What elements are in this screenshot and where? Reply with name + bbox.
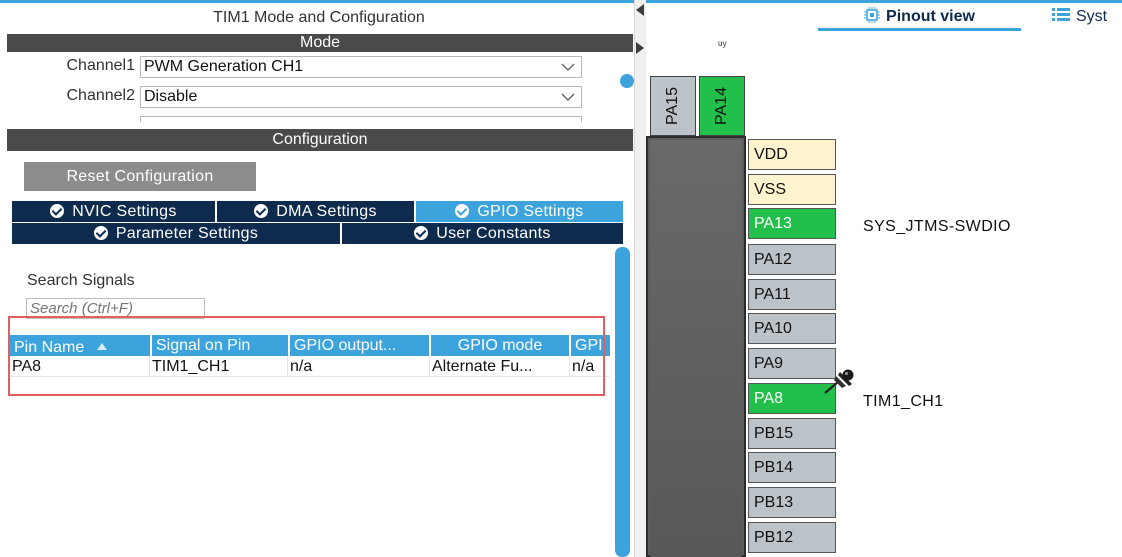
pinout-view-label: Pinout view (886, 8, 975, 25)
channel1-select[interactable]: PWM Generation CH1 (140, 56, 582, 78)
tab-user-constants[interactable]: User Constants (342, 223, 623, 244)
channel2-label: Channel2 (66, 87, 136, 104)
tab-gpio-label: GPIO Settings (477, 203, 584, 220)
expand-right-arrow-icon[interactable] (636, 42, 644, 54)
pin-pa11[interactable]: PA11 (748, 279, 836, 310)
pin-pa10[interactable]: PA10 (748, 313, 836, 344)
channel1-value: PWM Generation CH1 (144, 58, 304, 75)
pin-pb13[interactable]: PB13 (748, 487, 836, 518)
tab-parameter-settings[interactable]: Parameter Settings (12, 223, 340, 244)
pin-pb14[interactable]: PB14 (748, 452, 836, 483)
collapse-left-arrow-icon[interactable] (636, 4, 644, 16)
pin-vdd[interactable]: VDD (748, 139, 836, 170)
pin-pa14[interactable]: PA14 (699, 76, 745, 136)
system-view-label: Syst (1076, 8, 1108, 25)
pin-pa15[interactable]: PA15 (650, 76, 696, 136)
check-circle-icon (455, 204, 470, 218)
clipped-label-fragment: ᵘʸ (718, 38, 727, 52)
pin-pa8-signal-label: TIM1_CH1 (863, 393, 944, 410)
mcu-chip-surface (650, 140, 742, 557)
pinout-tab-underline (818, 28, 1021, 31)
panel-divider[interactable] (634, 0, 646, 557)
pin-pb15[interactable]: PB15 (748, 418, 836, 449)
check-circle-icon (50, 204, 65, 218)
tab-pinout-view[interactable]: Pinout view (818, 4, 1021, 28)
chevron-down-icon (561, 93, 575, 103)
tab-dma-label: DMA Settings (276, 203, 377, 220)
pin-pa15-label: PA15 (664, 87, 681, 125)
mode-scrollbar-thumb[interactable] (620, 74, 634, 88)
chevron-down-icon (561, 63, 575, 73)
pushpin-icon (822, 366, 858, 396)
pin-pa14-label: PA14 (713, 87, 730, 125)
pin-vss[interactable]: VSS (748, 174, 836, 205)
config-scrollbar[interactable] (615, 247, 630, 557)
pin-pa13[interactable]: PA13 (748, 208, 836, 239)
list-icon (1052, 5, 1070, 31)
channel1-label: Channel1 (66, 57, 136, 74)
tab-parameter-label: Parameter Settings (115, 225, 259, 242)
tab-user-constants-label: User Constants (436, 225, 551, 242)
pin-pa13-signal-label: SYS_JTMS-SWDIO (863, 218, 1011, 235)
tab-nvic-settings[interactable]: NVIC Settings (12, 201, 215, 222)
panel-title: TIM1 Mode and Configuration (213, 9, 425, 26)
check-circle-icon (414, 226, 429, 240)
tab-dma-settings[interactable]: DMA Settings (217, 201, 414, 222)
channel2-select[interactable]: Disable (140, 86, 582, 108)
channel3-select-partial[interactable] (140, 116, 582, 122)
pin-pb12[interactable]: PB12 (748, 522, 836, 553)
check-circle-icon (93, 226, 108, 240)
tab-system-view[interactable]: Syst (1052, 4, 1107, 31)
tab-gpio-settings[interactable]: GPIO Settings (416, 201, 623, 222)
search-signals-label: Search Signals (27, 272, 135, 289)
top-accent-line (0, 0, 1122, 3)
configuration-section-header[interactable]: Configuration (7, 129, 633, 151)
mode-section-header[interactable]: Mode (7, 34, 633, 52)
highlight-annotation-box (8, 316, 605, 396)
pin-pa12[interactable]: PA12 (748, 244, 836, 275)
tab-nvic-label: NVIC Settings (72, 203, 177, 220)
reset-configuration-button[interactable]: Reset Configuration (24, 162, 256, 191)
channel2-value: Disable (144, 88, 198, 105)
check-circle-icon (254, 204, 269, 218)
